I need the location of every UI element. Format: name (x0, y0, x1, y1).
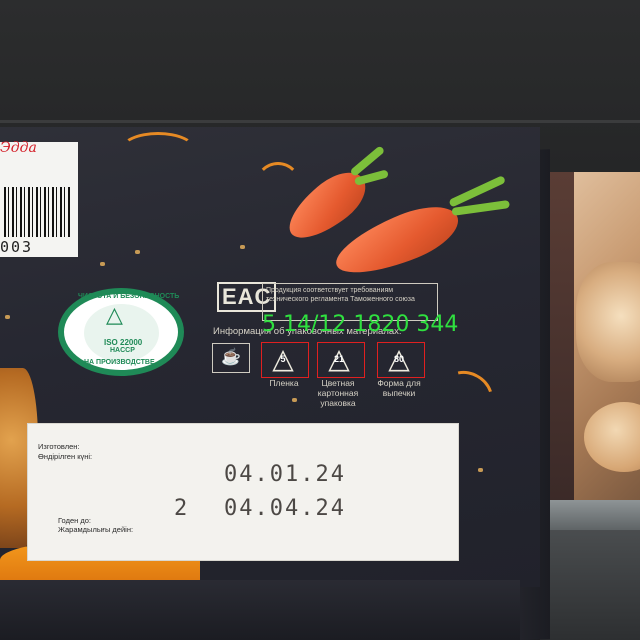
recycle-label: Пленка (269, 378, 299, 388)
manufactured-label-ru: Изготовлен: (38, 442, 80, 451)
seal-iso: ISO 22000 (104, 338, 143, 347)
manufactured-label-kz: Өндірілген күні: (38, 452, 93, 461)
food-safe-icon: ☕ (212, 343, 250, 373)
seal-bottom-text: НА ПРОИЗВОДСТВЕ (84, 359, 155, 366)
crumb (135, 250, 140, 254)
seal-haccp: HACCP (110, 347, 135, 354)
shelf-lower (540, 530, 640, 640)
recycle-label: Цветная картонная упаковка (317, 378, 359, 408)
recycle-label: Форма для выпечки (377, 378, 421, 398)
brand-logo: Эдда (0, 140, 37, 156)
pastry-image (584, 402, 640, 472)
shift-number: 2 (174, 496, 190, 521)
shelf-edge (0, 120, 640, 123)
barcode-bars (4, 187, 70, 237)
seal-top-text: ЧИСТОТА И БЕЗОПАСНОСТЬ (78, 293, 180, 300)
detection-box (261, 342, 309, 378)
orange-peel-decoration (120, 132, 196, 168)
best-before-label-kz: Жарамдылығы дейін: (58, 525, 134, 534)
hand-drop-icon: △ (106, 302, 123, 327)
best-before-date: 04.04.24 (224, 496, 346, 521)
ocr-overlay-text: 5 14/12 1820 344 (262, 312, 459, 337)
crumb (5, 315, 10, 319)
crumb (240, 245, 245, 249)
box-bottom-edge (0, 580, 520, 640)
photo-scene: Эдда 003 △ ЧИСТОТА И БЕЗОПАСНОСТЬ ISO 22… (0, 0, 640, 640)
neighbor-product-box (536, 172, 640, 502)
date-label-panel: Изготовлен: Өндірілген күні: 04.01.24 Го… (28, 424, 458, 560)
detection-box (377, 342, 425, 378)
crumb (478, 468, 483, 472)
crumb (292, 398, 297, 402)
best-before-label-ru: Годен до: (58, 516, 91, 525)
pastry-image (576, 262, 640, 382)
orange-peel-decoration (255, 162, 301, 208)
barcode-number: 003 (0, 238, 34, 256)
quality-seal: △ ЧИСТОТА И БЕЗОПАСНОСТЬ ISO 22000 HACCP… (58, 288, 184, 376)
manufactured-date: 04.01.24 (224, 462, 346, 487)
crumb (100, 262, 105, 266)
detection-box (317, 342, 365, 378)
conformity-statement: Продукция соответствует требованиям техн… (266, 287, 415, 303)
